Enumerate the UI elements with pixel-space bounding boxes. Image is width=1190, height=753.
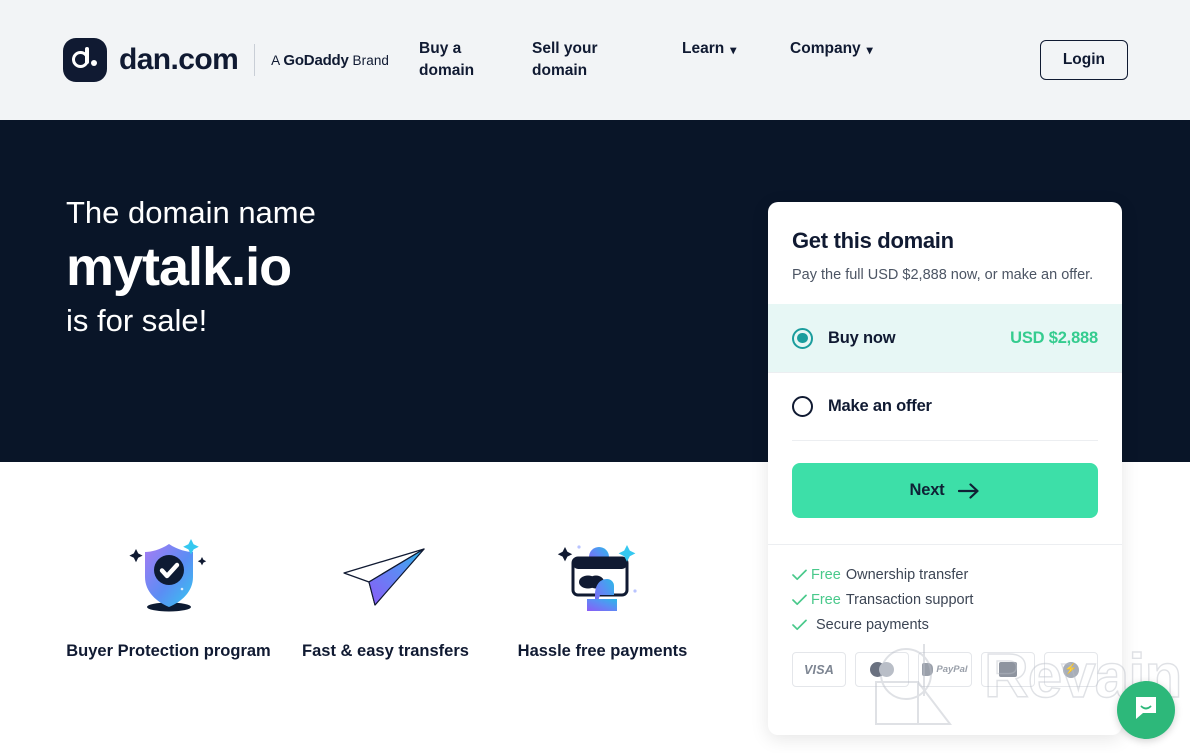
godaddy-brand-note: A GoDaddy Brand: [271, 52, 389, 69]
nav-item-buy-a-domain[interactable]: Buy a domain: [419, 38, 532, 82]
chevron-down-icon: ▾: [866, 43, 873, 57]
perk-free-label: Free: [811, 591, 841, 608]
hero-line-1: The domain name: [66, 195, 316, 230]
site-header: dan.com A GoDaddy Brand Buy a domain Sel…: [0, 0, 1190, 120]
features-section: Buyer Protection program Fast & easy tra…: [0, 462, 770, 753]
brand-logo[interactable]: dan.com: [63, 38, 239, 82]
feature-fast-transfers: Fast & easy transfers: [277, 535, 494, 663]
radio-buy-now[interactable]: [792, 327, 813, 349]
visa-icon: VISA: [792, 652, 846, 687]
shield-check-icon: [60, 535, 277, 617]
radio-make-an-offer[interactable]: [792, 396, 813, 417]
logo-wordmark: dan.com: [119, 43, 239, 76]
sofort-icon: ⚡: [1044, 652, 1098, 687]
nav-item-label: Learn: [682, 40, 725, 57]
domain-name: mytalk.io: [66, 237, 292, 297]
purchase-card: Get this domain Pay the full USD $2,888 …: [768, 202, 1122, 735]
card-footer: Free Ownership transfer Free Transaction…: [768, 544, 1122, 687]
nav-item-label: Sell your domain: [532, 40, 598, 79]
godaddy-suffix: Brand: [348, 52, 390, 68]
perk-item: Free Transaction support: [792, 587, 1098, 612]
godaddy-prefix: A: [271, 52, 284, 68]
check-icon: [792, 619, 811, 631]
card-subtitle: Pay the full USD $2,888 now, or make an …: [792, 267, 1094, 283]
mastercard-icon: [855, 652, 909, 687]
paypal-label: PayPal: [936, 664, 968, 675]
hero-copy: The domain name mytalk.io is for sale!: [66, 193, 316, 341]
feature-title: Hassle free payments: [517, 642, 688, 660]
option-label: Make an offer: [828, 397, 932, 415]
page-root: dan.com A GoDaddy Brand Buy a domain Sel…: [0, 0, 1190, 753]
perk-text: Ownership transfer: [845, 566, 969, 583]
option-make-an-offer[interactable]: Make an offer: [768, 372, 1122, 440]
paper-plane-icon: [277, 535, 494, 617]
feature-buyer-protection: Buyer Protection program: [60, 535, 277, 663]
card-header: Get this domain Pay the full USD $2,888 …: [768, 202, 1122, 304]
feature-title: Fast & easy transfers: [302, 642, 469, 660]
hand-credit-card-icon: [494, 535, 711, 617]
chat-widget-button[interactable]: [1117, 681, 1175, 739]
nav-item-label: Company: [790, 40, 861, 57]
arrow-right-icon: [958, 482, 980, 499]
brand-divider: [254, 44, 256, 76]
perk-item: Secure payments: [792, 612, 1098, 637]
chevron-down-icon: ▾: [730, 43, 737, 57]
option-label: Buy now: [828, 328, 896, 347]
buy-now-price: USD $2,888: [1010, 328, 1098, 347]
nav-item-label: Buy a domain: [419, 40, 475, 79]
nav-item-sell-your-domain[interactable]: Sell your domain: [532, 38, 682, 82]
feature-title: Buyer Protection program: [66, 642, 271, 660]
perk-text: Transaction support: [845, 591, 974, 608]
feature-hassle-free-payments: Hassle free payments: [494, 535, 711, 663]
main-nav: Buy a domain Sell your domain Learn ▾ Co…: [419, 38, 910, 82]
perk-item: Free Ownership transfer: [792, 562, 1098, 587]
payment-logos: VISA PayPal ⚡: [792, 652, 1098, 687]
next-button-label: Next: [909, 481, 945, 499]
nav-item-company[interactable]: Company ▾: [790, 38, 910, 61]
hero-line-3: is for sale!: [66, 303, 208, 338]
ideal-icon: [981, 652, 1035, 687]
perk-free-label: Free: [811, 566, 841, 583]
chat-bubble-smile-icon: [1132, 694, 1160, 727]
check-icon: [792, 569, 811, 581]
perk-text: Secure payments: [816, 616, 929, 633]
option-buy-now[interactable]: Buy now USD $2,888: [768, 304, 1122, 372]
login-button[interactable]: Login: [1039, 40, 1128, 80]
dan-logo-icon: [63, 38, 107, 82]
godaddy-name: GoDaddy: [283, 51, 349, 69]
paypal-icon: PayPal: [918, 652, 972, 687]
visa-label: VISA: [804, 662, 834, 677]
check-icon: [792, 594, 811, 606]
card-title: Get this domain: [792, 228, 954, 253]
nav-item-learn[interactable]: Learn ▾: [682, 38, 790, 61]
next-button[interactable]: Next: [792, 463, 1098, 518]
